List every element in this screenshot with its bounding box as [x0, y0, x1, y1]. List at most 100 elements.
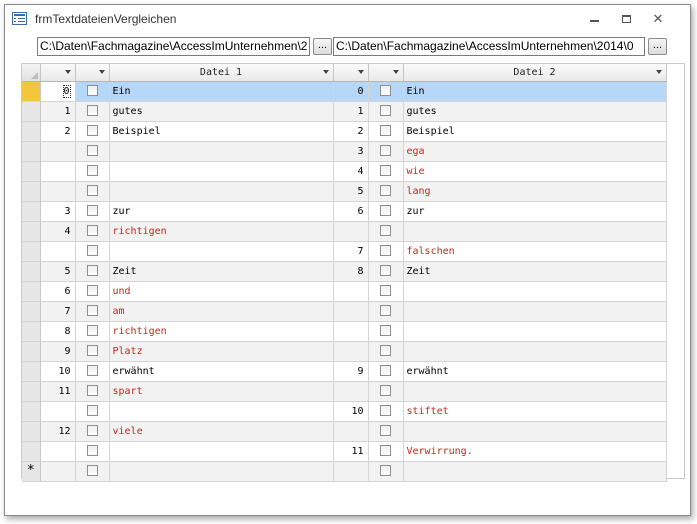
- record-selector[interactable]: [22, 321, 41, 342]
- checkbox[interactable]: [380, 245, 391, 257]
- table-row[interactable]: 1 gutes 1 gutes: [22, 101, 667, 122]
- line-number-2[interactable]: 10: [333, 401, 369, 422]
- file2-word[interactable]: Verwirrung.: [403, 441, 667, 462]
- flag-checkbox-1[interactable]: [75, 181, 110, 202]
- checkbox[interactable]: [86, 345, 98, 357]
- line-number-2[interactable]: [333, 281, 369, 302]
- line-number-2[interactable]: 0: [333, 81, 369, 102]
- table-row[interactable]: 5 lang: [22, 181, 667, 202]
- flag-checkbox-1[interactable]: [75, 241, 110, 262]
- line-number-1[interactable]: 12: [40, 421, 76, 442]
- record-selector[interactable]: [22, 381, 41, 402]
- flag-checkbox-2[interactable]: [368, 341, 404, 362]
- file1-word[interactable]: Zeit: [109, 261, 334, 282]
- checkbox[interactable]: [380, 445, 391, 457]
- record-selector[interactable]: [22, 201, 41, 222]
- flag-checkbox-2[interactable]: [368, 161, 404, 182]
- checkbox[interactable]: [86, 285, 98, 297]
- file1-word[interactable]: Ein: [109, 81, 334, 102]
- flag-checkbox-2[interactable]: [368, 141, 404, 162]
- line-number-2[interactable]: [333, 421, 369, 442]
- record-selector[interactable]: [22, 141, 41, 162]
- table-row[interactable]: 7 falschen: [22, 241, 667, 262]
- checkbox[interactable]: [86, 165, 98, 177]
- checkbox[interactable]: [380, 225, 391, 237]
- flag-checkbox-2[interactable]: [368, 101, 404, 122]
- flag-checkbox-2[interactable]: [368, 441, 404, 462]
- flag-checkbox-1[interactable]: [75, 261, 110, 282]
- dropdown-arrow-icon[interactable]: [64, 70, 71, 74]
- record-selector[interactable]: [22, 401, 41, 422]
- empty-cell[interactable]: [109, 461, 334, 482]
- flag-checkbox-2[interactable]: [368, 241, 404, 262]
- checkbox[interactable]: [86, 365, 98, 377]
- checkbox[interactable]: [86, 125, 98, 137]
- line-number-1[interactable]: 2: [40, 121, 76, 142]
- line-number-1[interactable]: 7: [40, 301, 76, 322]
- checkbox[interactable]: [86, 445, 98, 457]
- line-number-2[interactable]: [333, 341, 369, 362]
- line-number-2[interactable]: [333, 221, 369, 242]
- record-selector[interactable]: [22, 121, 41, 142]
- record-selector[interactable]: [22, 301, 41, 322]
- file1-word[interactable]: am: [109, 301, 334, 322]
- file1-word[interactable]: gutes: [109, 101, 334, 122]
- checkbox[interactable]: [380, 185, 391, 197]
- table-row[interactable]: 10 stiftet: [22, 401, 667, 422]
- minimize-button[interactable]: [583, 11, 605, 27]
- file2-word[interactable]: Zeit: [403, 261, 667, 282]
- flag-checkbox-2[interactable]: [368, 281, 404, 302]
- line-number-2[interactable]: 4: [333, 161, 369, 182]
- flag-checkbox-1[interactable]: [75, 281, 110, 302]
- file2-browse-button[interactable]: ...: [648, 38, 667, 55]
- column-header-line1[interactable]: [40, 64, 76, 82]
- table-row[interactable]: 0 Ein 0 Ein: [22, 81, 667, 102]
- line-number-2[interactable]: 5: [333, 181, 369, 202]
- file1-word[interactable]: [109, 161, 334, 182]
- checkbox[interactable]: [86, 145, 98, 157]
- record-selector[interactable]: [22, 421, 41, 442]
- line-number-1[interactable]: 4: [40, 221, 76, 242]
- file2-word[interactable]: [403, 281, 667, 302]
- flag-checkbox[interactable]: [368, 461, 404, 482]
- new-record-selector[interactable]: *: [22, 461, 41, 482]
- file2-word[interactable]: [403, 381, 667, 402]
- record-selector[interactable]: [22, 281, 41, 302]
- line-number-2[interactable]: [333, 301, 369, 322]
- file1-word[interactable]: zur: [109, 201, 334, 222]
- checkbox[interactable]: [380, 145, 391, 157]
- checkbox[interactable]: [380, 325, 391, 337]
- checkbox[interactable]: [380, 405, 391, 417]
- column-header-line2[interactable]: [333, 64, 369, 82]
- record-selector[interactable]: [22, 261, 41, 282]
- file1-word[interactable]: [109, 241, 334, 262]
- checkbox[interactable]: [380, 385, 391, 397]
- comparison-datasheet[interactable]: Datei 1 Datei 2 0 Ein 0 Ein 1 gutes 1 gutes 2 Bei…: [21, 63, 685, 482]
- checkbox[interactable]: [380, 345, 391, 357]
- flag-checkbox-1[interactable]: [75, 81, 110, 102]
- empty-cell[interactable]: [40, 461, 76, 482]
- line-number-1[interactable]: [40, 441, 76, 462]
- checkbox[interactable]: [86, 185, 98, 197]
- table-row[interactable]: 3 ega: [22, 141, 667, 162]
- checkbox[interactable]: [86, 385, 98, 397]
- line-number-1[interactable]: [40, 401, 76, 422]
- checkbox[interactable]: [380, 205, 391, 217]
- column-header-flag2[interactable]: [368, 64, 404, 82]
- checkbox[interactable]: [86, 205, 98, 217]
- flag-checkbox-2[interactable]: [368, 261, 404, 282]
- line-number-1[interactable]: 1: [40, 101, 76, 122]
- file2-word[interactable]: lang: [403, 181, 667, 202]
- line-number-2[interactable]: [333, 381, 369, 402]
- file1-browse-button[interactable]: ...: [313, 38, 332, 55]
- file2-word[interactable]: Ein: [403, 81, 667, 102]
- checkbox[interactable]: [86, 305, 98, 317]
- checkbox[interactable]: [380, 305, 391, 317]
- flag-checkbox-2[interactable]: [368, 361, 404, 382]
- file2-path-input[interactable]: C:\Daten\Fachmagazine\AccessImUnternehme…: [333, 37, 645, 56]
- table-row[interactable]: 8 richtigen: [22, 321, 667, 342]
- checkbox[interactable]: [86, 425, 98, 437]
- flag-checkbox-1[interactable]: [75, 381, 110, 402]
- file1-word[interactable]: Beispiel: [109, 121, 334, 142]
- table-row[interactable]: 12 viele: [22, 421, 667, 442]
